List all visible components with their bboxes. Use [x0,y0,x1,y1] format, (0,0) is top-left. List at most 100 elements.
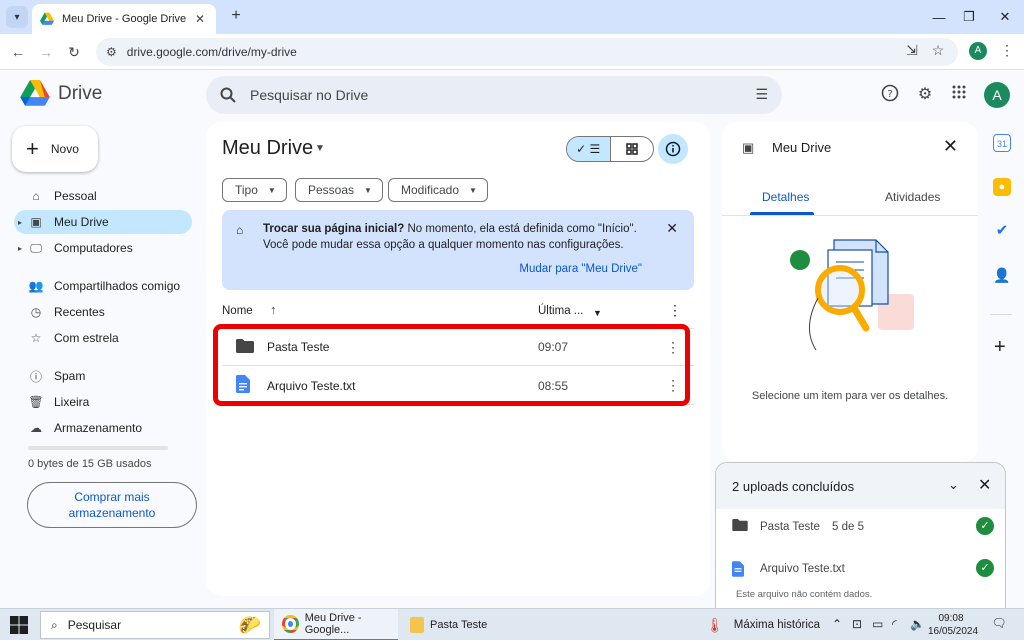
show-hidden-icons-chevron-icon[interactable]: ⌃ [832,617,842,631]
reload-icon[interactable]: ↻ [64,42,84,62]
new-tab-button[interactable]: + [226,6,246,26]
tab-list-button[interactable]: ▾ [6,6,28,28]
back-icon[interactable]: ← [8,42,28,62]
sidebar-item-armazenamento[interactable]: ☁ Armazenamento [14,416,192,440]
taskbar-weather[interactable]: 🌡 Máxima histórica [706,609,820,640]
network-icon[interactable]: ◜ [892,617,897,631]
taskbar-app-label: Meu Drive - Google... [304,612,362,636]
banner-close-icon[interactable]: ✕ [666,220,678,237]
sidebar-item-lixeira[interactable]: 🗑 Lixeira [14,390,192,414]
my-drive-icon: ▣ [30,215,42,229]
minimize-icon[interactable]: — [922,0,956,34]
expand-caret-icon[interactable]: ▸ [18,244,22,253]
search-placeholder: Pesquisar no Drive [250,87,369,103]
column-header-name[interactable]: Nome [222,305,253,317]
filter-chip-label: Tipo [235,183,258,197]
red-highlight-box [213,324,690,406]
windows-taskbar: ⌕ Pesquisar 🌮 Meu Drive - Google... Past… [0,608,1024,640]
sort-up-arrow-icon[interactable]: ↑ [270,302,277,317]
file-explorer-icon [410,617,424,633]
tab-activities[interactable]: Atividades [885,190,940,204]
filter-chip-tipo[interactable]: Tipo ▼ [222,178,287,202]
browser-tabbar: ▾ Meu Drive - Google Drive ✕ + — ❐ ✕ [0,0,1024,34]
help-icon[interactable]: ? [879,84,901,106]
drive-search-input[interactable]: Pesquisar no Drive ☰ [206,76,782,114]
expand-caret-icon[interactable]: ▸ [18,218,22,227]
upload-item[interactable]: Arquivo Teste.txt ✓ [716,555,1005,585]
dropdown-arrow-icon[interactable]: ▼ [593,308,602,318]
tab-close-icon[interactable]: ✕ [192,12,208,26]
homepage-banner: ⌂ Trocar sua página inicial? No momento,… [222,210,694,290]
magnifier-illustration-icon [790,239,914,351]
chevron-down-icon[interactable]: ▼ [315,143,325,154]
details-panel: ▣ Meu Drive ✕ Detalhes Atividades Seleci… [722,122,978,462]
taskbar-app-chrome[interactable]: Meu Drive - Google... [274,609,398,640]
sidebar-item-computadores[interactable]: ▸ 🖵 Computadores [14,236,192,260]
tasks-icon[interactable]: ✔ [993,222,1011,240]
grid-view-button[interactable] [611,137,654,161]
home-icon: ⌂ [32,189,40,203]
details-hint: Selecione um item para ver os detalhes. [751,390,949,402]
taskbar-app-explorer[interactable]: Pasta Teste [402,609,522,640]
sidebar-item-compartilhados[interactable]: 👥 Compartilhados comigo [14,274,192,298]
tray-app-icon[interactable]: ▭ [872,617,883,631]
browser-tab[interactable]: Meu Drive - Google Drive ✕ [32,4,216,34]
notifications-icon[interactable]: 🗨 [990,616,1008,634]
bookmark-star-icon[interactable]: ☆ [928,42,948,59]
get-addons-plus-icon[interactable]: + [994,336,1006,359]
sidebar-item-spam[interactable]: ⓘ Spam [14,364,192,388]
list-view-icon: ✓ ☰ [576,142,601,156]
collapse-chevron-icon[interactable]: ⌄ [948,477,959,493]
upload-item[interactable]: Pasta Teste 5 de 5 ✓ [716,513,1005,543]
tab-details[interactable]: Detalhes [762,190,809,204]
switch-to-my-drive-link[interactable]: Mudar para "Meu Drive" [519,263,642,275]
install-app-icon[interactable]: ⇲ [902,42,922,59]
settings-gear-icon[interactable]: ⚙ [914,84,936,106]
column-header-modified[interactable]: Última ... [538,305,583,317]
banner-message: Trocar sua página inicial? No momento, e… [263,221,663,253]
details-close-icon[interactable]: ✕ [943,136,958,157]
keep-icon[interactable]: ● [993,178,1011,196]
calendar-icon[interactable]: 31 [993,134,1011,152]
apps-grid-icon[interactable] [948,84,970,106]
search-options-icon[interactable]: ☰ [755,86,768,103]
windows-start-icon[interactable] [10,616,28,634]
address-bar[interactable]: ⚙ drive.google.com/drive/my-drive [96,38,958,66]
window-close-icon[interactable]: ✕ [988,0,1022,34]
meet-icon[interactable]: ⊡ [852,617,862,631]
page-title[interactable]: Meu Drive [222,137,313,160]
browser-profile-avatar[interactable]: A [969,42,987,60]
sidebar-item-label: Compartilhados comigo [54,279,181,293]
filter-chip-pessoas[interactable]: Pessoas ▼ [295,178,383,202]
site-info-icon[interactable]: ⚙ [106,45,117,59]
buy-storage-button[interactable]: Comprar mais armazenamento [27,482,197,528]
sidebar-item-pessoal[interactable]: ⌂ Pessoal [14,184,192,208]
uploads-close-icon[interactable]: ✕ [978,475,991,495]
sidebar-item-com-estrela[interactable]: ☆ Com estrela [14,326,192,350]
upload-item-name: Pasta Teste [760,521,820,533]
account-avatar[interactable]: A [984,82,1010,108]
filter-chip-label: Pessoas [308,183,355,197]
details-info-button[interactable] [658,134,688,164]
volume-icon[interactable]: 🔈 [910,617,925,631]
filter-chip-modificado[interactable]: Modificado ▼ [388,178,488,202]
column-options-icon[interactable]: ⋮ [668,302,682,319]
taskbar-clock[interactable]: 09:08 16/05/2024 [928,612,978,638]
cloud-icon: ☁ [30,421,42,435]
list-view-button[interactable]: ✓ ☰ [567,137,611,161]
view-toggle[interactable]: ✓ ☰ [566,136,654,162]
filter-chip-label: Modificado [401,183,460,197]
new-button[interactable]: + Novo [12,126,98,172]
browser-menu-icon[interactable]: ⋮ [1000,42,1014,59]
forward-icon[interactable]: → [36,42,56,62]
taskbar-search-input[interactable]: ⌕ Pesquisar 🌮 [40,611,270,639]
folder-icon [732,519,748,534]
uploads-title: 2 uploads concluídos [732,479,855,494]
shared-icon: 👥 [28,279,44,293]
contacts-icon[interactable]: 👤 [993,266,1011,284]
drive-logo[interactable]: Drive [20,80,102,107]
restore-icon[interactable]: ❐ [952,0,986,34]
browser-toolbar: ← → ↻ ⚙ drive.google.com/drive/my-drive … [0,34,1024,70]
sidebar-item-meu-drive[interactable]: ▸ ▣ Meu Drive [14,210,192,234]
sidebar-item-recentes[interactable]: ◷ Recentes [14,300,192,324]
